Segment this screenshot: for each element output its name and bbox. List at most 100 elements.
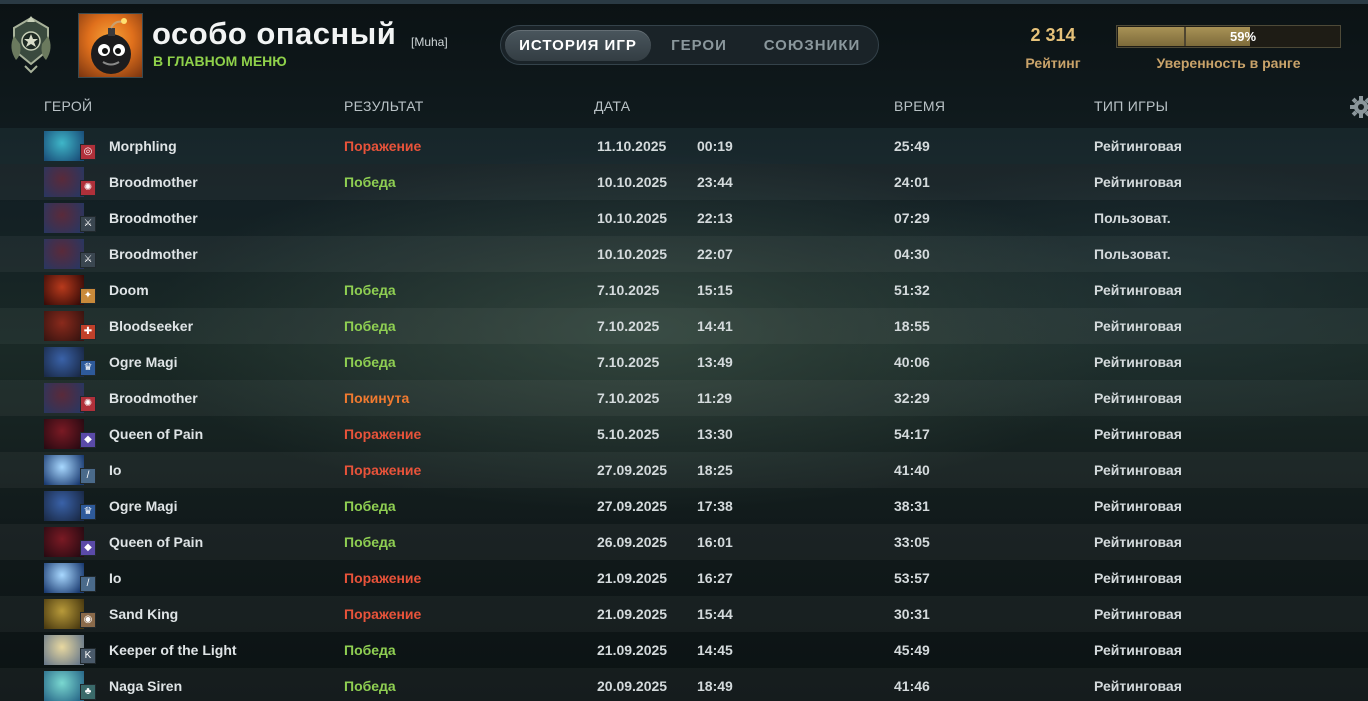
- match-row[interactable]: ✦ Doom Победа 7.10.2025 15:15 51:32 Рейтингова…: [0, 272, 1368, 308]
- column-header-duration[interactable]: ВРЕМЯ: [894, 98, 945, 114]
- game-type: Рейтинговая: [1094, 282, 1182, 298]
- hero-portrait-group: ✺: [44, 383, 96, 413]
- hero-name: Broodmother: [109, 390, 198, 406]
- match-row[interactable]: ◆ Queen of Pain Поражение 5.10.2025 13:30 54:…: [0, 416, 1368, 452]
- hero-name: Broodmother: [109, 246, 198, 262]
- gear-icon[interactable]: [1350, 96, 1368, 118]
- hero-name: Sand King: [109, 606, 179, 622]
- hero-portrait: [44, 275, 84, 305]
- match-duration: 54:17: [894, 426, 930, 442]
- match-time: 17:38: [697, 498, 733, 514]
- hero-name: Broodmother: [109, 174, 198, 190]
- match-time: 14:45: [697, 642, 733, 658]
- hero-name: Morphling: [109, 138, 177, 154]
- match-duration: 51:32: [894, 282, 930, 298]
- hero-portrait: [44, 383, 84, 413]
- match-time: 13:49: [697, 354, 733, 370]
- player-status: В ГЛАВНОМ МЕНЮ: [153, 53, 287, 69]
- hero-name: Broodmother: [109, 210, 198, 226]
- match-result: Покинута: [344, 390, 410, 406]
- player-name: особо опасный: [152, 16, 397, 51]
- match-result: Победа: [344, 678, 396, 694]
- match-time: 15:44: [697, 606, 733, 622]
- hero-name: Bloodseeker: [109, 318, 194, 334]
- match-row[interactable]: ♛ Ogre Magi Победа 27.09.2025 17:38 38:31 Рейт…: [0, 488, 1368, 524]
- tab-heroes[interactable]: ГЕРОИ: [653, 30, 745, 61]
- match-row[interactable]: K Keeper of the Light Победа 21.09.2025 14:4…: [0, 632, 1368, 668]
- role-badge-icon: ⚔: [80, 252, 96, 268]
- match-row[interactable]: / Io Поражение 21.09.2025 16:27 53:57 Рейтинго…: [0, 560, 1368, 596]
- role-badge-icon: ✦: [80, 288, 96, 304]
- match-time: 15:15: [697, 282, 733, 298]
- role-badge-icon: ♣: [80, 684, 96, 700]
- match-row[interactable]: ✺ Broodmother Покинута 7.10.2025 11:29 32:29 Р…: [0, 380, 1368, 416]
- column-header-date[interactable]: ДАТА: [594, 98, 630, 114]
- match-date: 7.10.2025: [597, 282, 660, 298]
- hero-portrait-group: ✦: [44, 275, 96, 305]
- match-result: Победа: [344, 642, 396, 658]
- match-row[interactable]: ♛ Ogre Magi Победа 7.10.2025 13:49 40:06 Рейти…: [0, 344, 1368, 380]
- match-date: 7.10.2025: [597, 390, 660, 406]
- hero-name: Queen of Pain: [109, 534, 204, 550]
- hero-portrait: [44, 527, 84, 557]
- match-history-table: ◎ Morphling Поражение 11.10.2025 00:19 25:49 Р…: [0, 128, 1368, 701]
- hero-portrait: [44, 167, 84, 197]
- role-badge-icon: /: [80, 468, 96, 484]
- match-date: 11.10.2025: [597, 138, 667, 154]
- match-time: 18:25: [697, 462, 733, 478]
- game-type: Пользоват.: [1094, 210, 1171, 226]
- role-badge-icon: ⚔: [80, 216, 96, 232]
- column-header-game-type[interactable]: ТИП ИГРЫ: [1094, 98, 1168, 114]
- column-header-result[interactable]: РЕЗУЛЬТАТ: [344, 98, 424, 114]
- role-badge-icon: ◆: [80, 540, 96, 556]
- rank-confidence-percent: 59%: [1229, 29, 1257, 44]
- player-avatar[interactable]: [78, 13, 143, 78]
- rank-medal-icon[interactable]: [8, 14, 54, 76]
- match-duration: 38:31: [894, 498, 930, 514]
- match-row[interactable]: ♣ Naga Siren Победа 20.09.2025 18:49 41:46 Рей…: [0, 668, 1368, 701]
- match-row[interactable]: ⚔ Broodmother 10.10.2025 22:13 07:29 Пользова…: [0, 200, 1368, 236]
- role-badge-icon: /: [80, 576, 96, 592]
- match-date: 5.10.2025: [597, 426, 660, 442]
- hero-name: Queen of Pain: [109, 426, 204, 442]
- hero-portrait-group: ◉: [44, 599, 96, 629]
- match-row[interactable]: ⚔ Broodmother 10.10.2025 22:07 04:30 Пользова…: [0, 236, 1368, 272]
- tab-allies[interactable]: СОЮЗНИКИ: [749, 30, 875, 61]
- match-duration: 45:49: [894, 642, 930, 658]
- match-result: Победа: [344, 534, 396, 550]
- match-time: 23:44: [697, 174, 733, 190]
- game-type: Рейтинговая: [1094, 570, 1182, 586]
- match-row[interactable]: ◎ Morphling Поражение 11.10.2025 00:19 25:49 Р…: [0, 128, 1368, 164]
- match-row[interactable]: ◆ Queen of Pain Победа 26.09.2025 16:01 33:05…: [0, 524, 1368, 560]
- match-time: 00:19: [697, 138, 733, 154]
- match-date: 10.10.2025: [597, 210, 668, 226]
- game-type: Рейтинговая: [1094, 462, 1182, 478]
- match-row[interactable]: ✺ Broodmother Победа 10.10.2025 23:44 24:01 Ре…: [0, 164, 1368, 200]
- role-badge-icon: ◉: [80, 612, 96, 628]
- match-result: Победа: [344, 318, 396, 334]
- match-row[interactable]: ✚ Bloodseeker Победа 7.10.2025 14:41 18:55 Рей…: [0, 308, 1368, 344]
- game-type: Рейтинговая: [1094, 138, 1182, 154]
- match-duration: 24:01: [894, 174, 930, 190]
- column-header-hero[interactable]: ГЕРОЙ: [44, 98, 92, 114]
- role-badge-icon: ◎: [80, 144, 96, 160]
- match-duration: 53:57: [894, 570, 930, 586]
- match-duration: 41:40: [894, 462, 930, 478]
- match-duration: 25:49: [894, 138, 930, 154]
- match-result: Поражение: [344, 138, 422, 154]
- match-row[interactable]: / Io Поражение 27.09.2025 18:25 41:40 Рейтинго…: [0, 452, 1368, 488]
- tab-match-history[interactable]: ИСТОРИЯ ИГР: [505, 30, 651, 61]
- role-badge-icon: ◆: [80, 432, 96, 448]
- match-date: 26.09.2025: [597, 534, 668, 550]
- match-date: 21.09.2025: [597, 570, 668, 586]
- game-type: Рейтинговая: [1094, 642, 1182, 658]
- game-type: Рейтинговая: [1094, 354, 1182, 370]
- match-row[interactable]: ◉ Sand King Поражение 21.09.2025 15:44 30:31 Р…: [0, 596, 1368, 632]
- profile-tabs: ИСТОРИЯ ИГР ГЕРОИ СОЮЗНИКИ: [500, 25, 879, 65]
- hero-name: Naga Siren: [109, 678, 183, 694]
- game-type: Рейтинговая: [1094, 678, 1182, 694]
- match-time: 16:27: [697, 570, 733, 586]
- match-time: 16:01: [697, 534, 733, 550]
- role-badge-icon: ✚: [80, 324, 96, 340]
- guild-tag: [Muha]: [411, 35, 448, 49]
